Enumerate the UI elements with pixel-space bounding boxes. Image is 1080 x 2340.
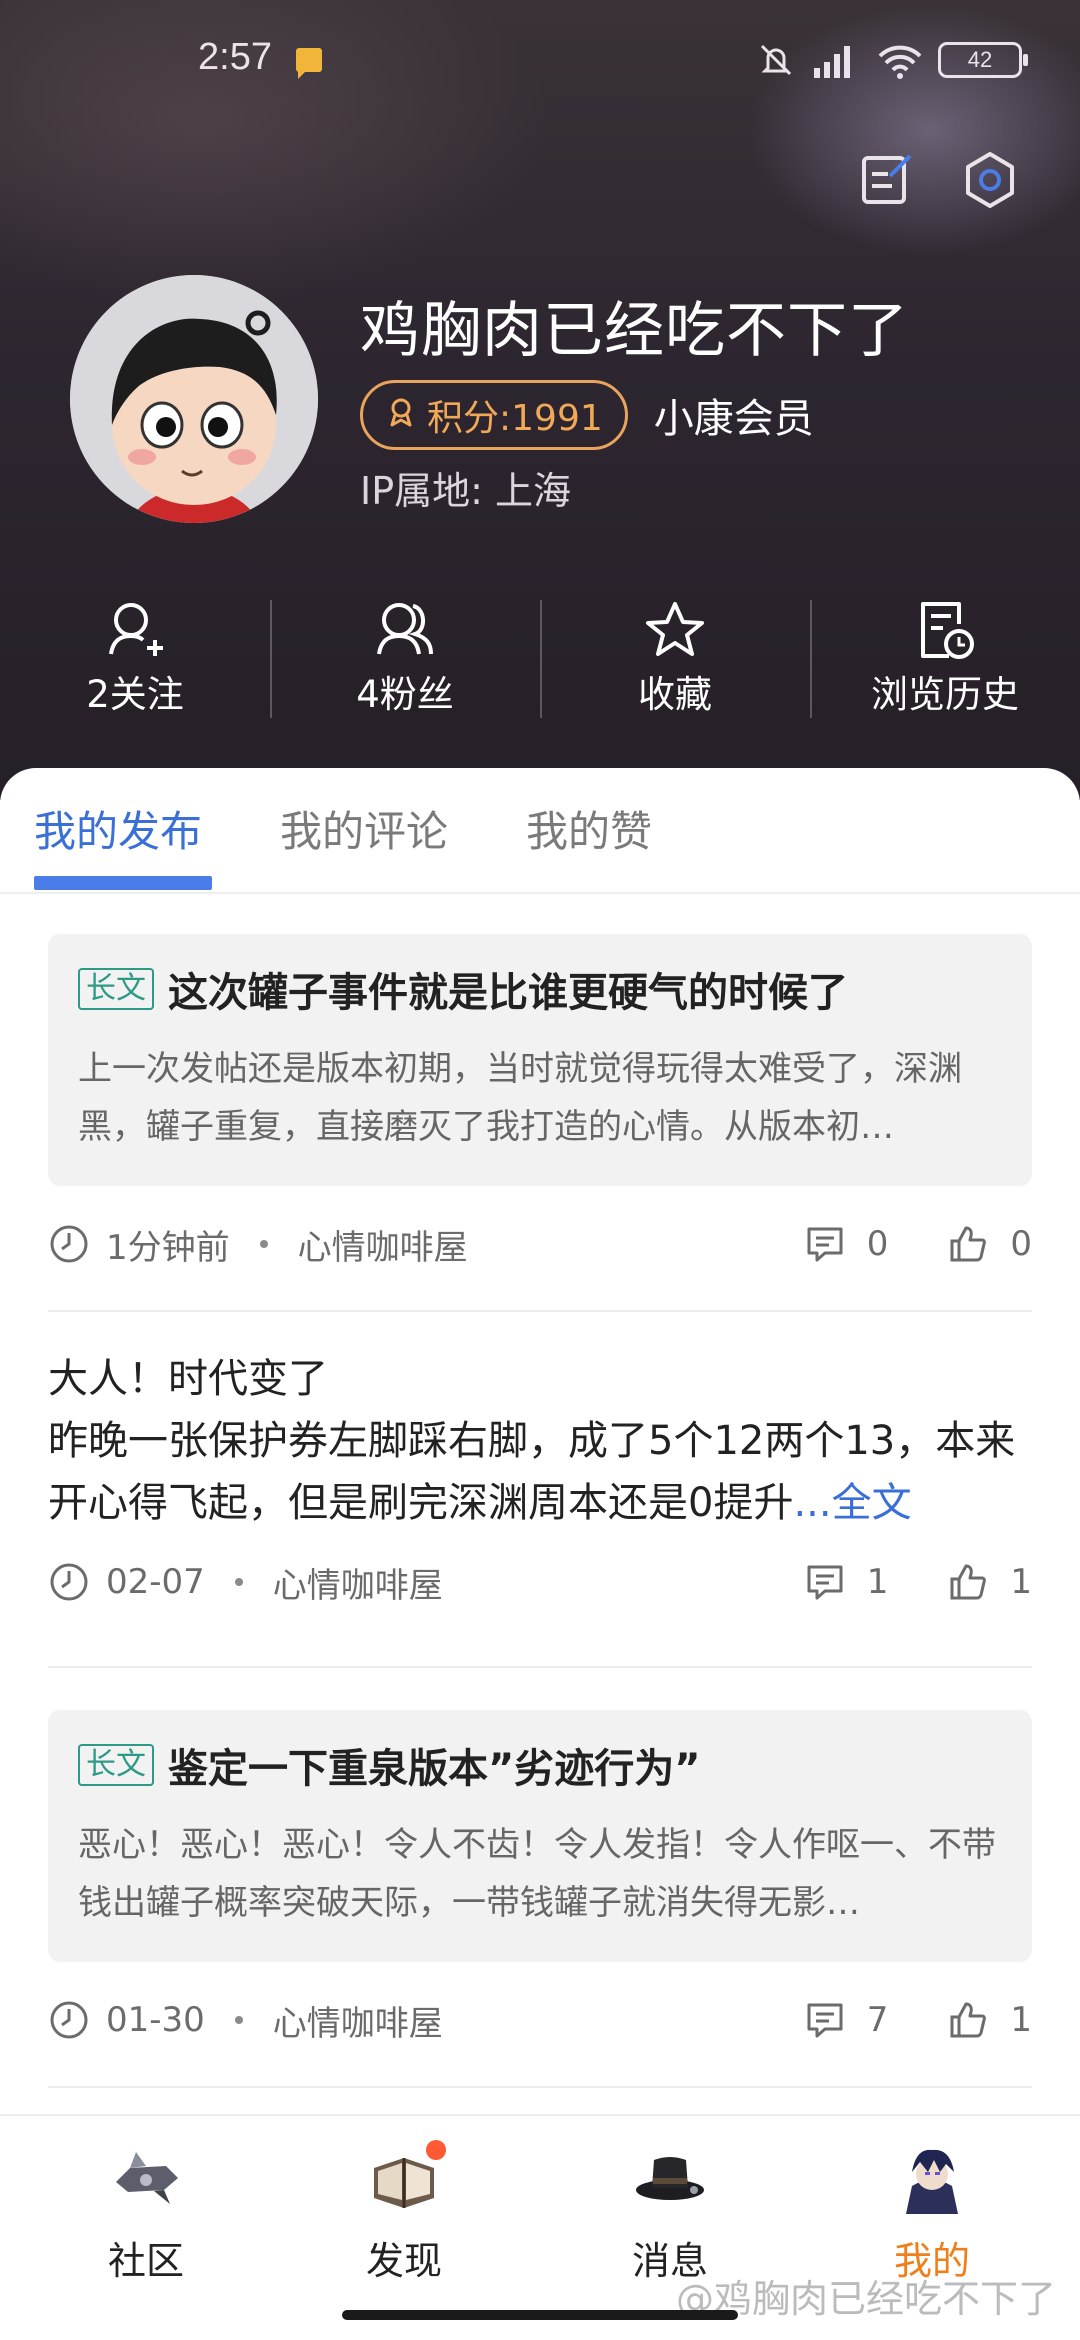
signal-icon	[810, 40, 862, 80]
post-item[interactable]: 长文 鉴定一下重泉版本”劣迹行为” 恶心！恶心！恶心！令人不齿！令人发指！令人作…	[48, 1710, 1032, 2050]
like-count: 0	[1010, 1224, 1032, 1264]
nav-discover-label: 发现	[365, 2239, 442, 2283]
tab-active-indicator	[34, 876, 212, 890]
tab-bar: 我的发布 我的评论 我的赞	[0, 768, 1080, 894]
post-card[interactable]: 长文 鉴定一下重泉版本”劣迹行为” 恶心！恶心！恶心！令人不齿！令人发指！令人作…	[48, 1710, 1032, 1962]
history-icon	[913, 598, 977, 662]
fans-icon	[373, 598, 437, 662]
post-card[interactable]: 长文 这次罐子事件就是比谁更硬气的时候了 上一次发帖还是版本初期，当时就觉得玩得…	[48, 934, 1032, 1186]
post-meta: 01-30 心情咖啡屋 7 1	[48, 1990, 1032, 2050]
community-icon	[106, 2138, 186, 2218]
post-title: 大人！时代变了	[48, 1356, 328, 1402]
comment-icon[interactable]	[805, 1224, 845, 1264]
nav-community[interactable]: 社区	[46, 2138, 246, 2285]
stat-following-label: 2关注	[86, 673, 184, 716]
ip-location: IP属地: 上海	[360, 469, 572, 513]
comment-count: 1	[866, 1562, 889, 1602]
clock-icon	[50, 1563, 88, 1601]
status-time: 2:57	[198, 36, 272, 78]
message-icon	[630, 2138, 710, 2218]
wifi-icon	[876, 40, 924, 80]
read-more-link[interactable]: ...全文	[793, 1480, 911, 1526]
new-badge-dot	[426, 2140, 446, 2160]
post-time: 1分钟前	[106, 1227, 230, 1268]
post-excerpt: 上一次发帖还是版本初期，当时就觉得玩得太难受了，深渊黑，罐子重复，直接磨灭了我打…	[78, 1049, 962, 1147]
username: 鸡胸肉已经吃不下了	[360, 296, 909, 366]
stat-favorites-label: 收藏	[638, 673, 712, 716]
star-icon	[643, 598, 707, 662]
like-count: 1	[1010, 2000, 1032, 2040]
edit-profile-icon[interactable]	[856, 150, 916, 210]
comment-icon[interactable]	[805, 1562, 845, 1602]
points-badge[interactable]: 积分:1991	[360, 380, 628, 450]
comment-count: 7	[866, 2000, 889, 2040]
settings-gear-icon[interactable]	[960, 150, 1020, 210]
medal-icon	[385, 395, 417, 436]
post-time: 01-30	[106, 2000, 205, 2040]
profile-icon	[892, 2138, 972, 2218]
clock-icon	[50, 1225, 88, 1263]
mute-icon	[756, 40, 796, 80]
stat-history[interactable]: 浏览历史	[810, 598, 1080, 718]
post-meta: 1分钟前 心情咖啡屋 0 0	[48, 1214, 1032, 1274]
like-icon[interactable]	[948, 1562, 988, 1602]
nav-profile[interactable]: 我的	[832, 2138, 1032, 2285]
like-count: 1	[1010, 1562, 1032, 1602]
battery-indicator: 42	[938, 42, 1028, 78]
post-meta: 02-07 心情咖啡屋 1 1	[48, 1552, 1032, 1612]
tab-my-posts[interactable]: 我的发布	[34, 798, 202, 859]
long-article-tag: 长文	[78, 968, 154, 1010]
tab-my-comments[interactable]: 我的评论	[280, 798, 448, 859]
stat-fans-label: 4粉丝	[356, 673, 454, 716]
post-title: 这次罐子事件就是比谁更硬气的时候了	[168, 970, 848, 1016]
long-article-tag: 长文	[78, 1744, 154, 1786]
stat-fans[interactable]: 4粉丝	[270, 598, 540, 718]
clock-icon	[50, 2001, 88, 2039]
post-item[interactable]: 大人！时代变了 昨晚一张保护券左脚踩右脚，成了5个12两个13，本来开心得飞起，…	[48, 1348, 1032, 1612]
home-indicator[interactable]	[342, 2310, 738, 2320]
stat-history-label: 浏览历史	[871, 673, 1019, 716]
nav-community-label: 社区	[107, 2239, 184, 2283]
member-level[interactable]: 小康会员	[654, 386, 814, 444]
like-icon[interactable]	[948, 2000, 988, 2040]
follow-icon	[103, 598, 167, 662]
post-time: 02-07	[106, 1562, 205, 1602]
status-bar: 2:57 42	[0, 30, 1080, 90]
post-title: 鉴定一下重泉版本”劣迹行为”	[168, 1746, 701, 1792]
post-excerpt: 恶心！恶心！恶心！令人不齿！令人发指！令人作呕一、不带钱出罐子概率突破天际，一带…	[78, 1825, 996, 1923]
comment-count: 0	[866, 1224, 889, 1264]
nav-messages[interactable]: 消息	[570, 2138, 770, 2285]
points-label: 积分:1991	[427, 398, 603, 439]
nav-discover[interactable]: 发现	[304, 2138, 504, 2285]
content-panel: 我的发布 我的评论 我的赞 长文 这次罐子事件就是比谁更硬气的时候了 上一次发帖…	[0, 768, 1080, 2118]
like-icon[interactable]	[948, 1224, 988, 1264]
notification-icon	[296, 48, 322, 79]
discover-icon	[364, 2138, 446, 2218]
stat-favorites[interactable]: 收藏	[540, 598, 810, 718]
post-board[interactable]: 心情咖啡屋	[273, 1558, 443, 1607]
post-board[interactable]: 心情咖啡屋	[298, 1220, 468, 1269]
profile-stats: 2关注 4粉丝 收藏 浏览历史	[0, 598, 1080, 718]
post-item[interactable]: 长文 这次罐子事件就是比谁更硬气的时候了 上一次发帖还是版本初期，当时就觉得玩得…	[48, 934, 1032, 1274]
comment-icon[interactable]	[805, 2000, 845, 2040]
stat-following[interactable]: 2关注	[0, 598, 270, 718]
post-board[interactable]: 心情咖啡屋	[273, 1996, 443, 2045]
avatar[interactable]	[70, 275, 318, 523]
tab-my-likes[interactable]: 我的赞	[526, 798, 652, 859]
